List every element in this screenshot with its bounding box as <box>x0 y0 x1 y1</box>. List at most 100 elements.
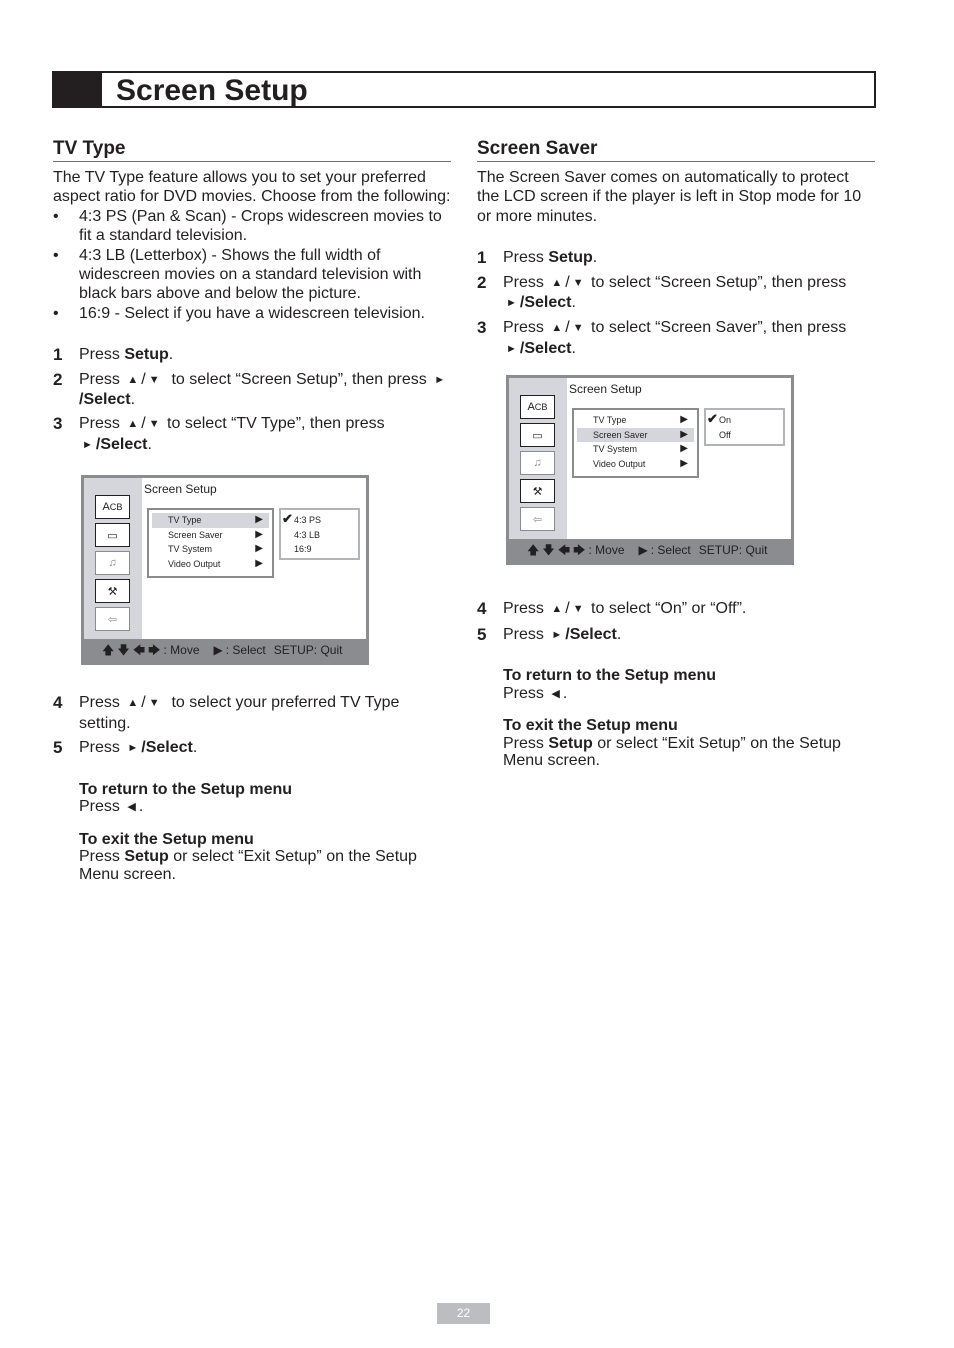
arrow-right-icon: 🡆 <box>148 643 161 658</box>
osd-menu-item-video-output[interactable]: Video Output ▶ <box>152 557 269 572</box>
menu-arrow-icon: ▶ <box>255 543 263 555</box>
arrow-down-icon: 🡇 <box>117 643 130 658</box>
tv-type-options-list: • 4:3 PS (Pan & Scan) - Crops widescreen … <box>53 207 451 323</box>
menu-arrow-icon: ▶ <box>680 443 688 455</box>
osd-menu-item-video-output[interactable]: Video Output ▶ <box>577 457 694 472</box>
exit-icon: ⇦ <box>520 507 555 532</box>
down-arrow-icon: ▼ <box>572 322 584 335</box>
language-icon: ACB <box>520 395 555 420</box>
step-1: 1 Press Setup. <box>53 345 174 365</box>
up-arrow-icon: ▲ <box>551 276 563 289</box>
check-icon: ✔ <box>282 511 293 527</box>
up-arrow-icon: ▲ <box>127 373 139 386</box>
osd-menu: TV Type ▶ Screen Saver ▶ TV System ▶ Video … <box>147 508 274 579</box>
check-icon: ✔ <box>707 411 718 427</box>
return-setup-note: To return to the Setup menu Press ◀. <box>503 667 717 702</box>
tools-icon: ⚒ <box>520 479 555 504</box>
left-arrow-icon: ◀ <box>127 801 136 813</box>
osd-menu-item-tv-system[interactable]: TV System ▶ <box>152 542 269 557</box>
language-icon: ACB <box>95 495 130 520</box>
down-arrow-icon: ▼ <box>572 276 584 289</box>
arrow-up-icon: 🡅 <box>527 543 540 558</box>
osd-menu: TV Type ▶ Screen Saver ▶ TV System ▶ Video … <box>572 408 699 479</box>
step-1: 1 Press Setup. <box>477 248 598 268</box>
menu-arrow-icon: ▶ <box>255 557 263 569</box>
up-arrow-icon: ▲ <box>551 322 563 335</box>
menu-arrow-icon: ▶ <box>680 457 688 469</box>
osd-footer: 🡅 🡇 🡄 🡆: Move ▶: Select SETUP: Quit <box>84 639 366 663</box>
step-3: 3 Press ▲ / ▼ to select “Screen Saver”, th… <box>477 318 875 359</box>
osd-title: Screen Setup <box>569 382 642 397</box>
osd-menu-item-tv-system[interactable]: TV System ▶ <box>577 442 694 457</box>
tv-type-intro: The TV Type feature allows you to set yo… <box>53 169 451 206</box>
osd-submenu: ✔ 4:3 PS 4:3 LB 16:9 <box>279 508 360 561</box>
osd-option-off[interactable]: Off <box>706 428 783 443</box>
up-arrow-icon: ▲ <box>551 603 563 616</box>
screen-saver-section: Screen Saver The Screen Saver comes on a… <box>477 138 875 770</box>
list-item: • 16:9 - Select if you have a widescreen … <box>53 304 425 322</box>
step-4: 4 Press ▲ / ▼ to select “On” or “Off”. <box>477 599 747 619</box>
down-arrow-icon: ▼ <box>148 697 160 710</box>
right-arrow-icon: ► <box>506 297 517 310</box>
right-arrow-icon: ► <box>127 742 139 755</box>
right-arrow-icon: ► <box>506 342 517 355</box>
screen-saver-osd-screen: ACB ▭ ♫ ⚒ ⇦ Screen Setup TV Type ▶ Screen… <box>506 375 794 566</box>
page-title: Screen Setup <box>116 74 308 107</box>
menu-arrow-icon: ▶ <box>255 514 263 526</box>
osd-option-16-9[interactable]: 16:9 <box>281 542 358 557</box>
tv-type-steps: 1 Press Setup. 2 Press ▲ / ▼ to select “Sc… <box>53 345 451 455</box>
down-arrow-icon: ▼ <box>148 373 160 386</box>
screen-saver-heading: Screen Saver <box>477 138 875 162</box>
osd-menu-item-screen-saver[interactable]: Screen Saver ▶ <box>577 427 694 443</box>
screen-saver-steps: 1 Press Setup. 2 Press ▲ / ▼ to select “Sc… <box>477 248 875 359</box>
tv-type-heading: TV Type <box>53 138 451 162</box>
step-2: 2 Press ▲ / ▼ to select “Screen Setup”, th… <box>53 369 446 409</box>
select-arrow-icon: ▶ <box>638 543 648 558</box>
list-item: • 4:3 PS (Pan & Scan) - Crops widescreen … <box>53 207 442 245</box>
exit-setup-note: To exit the Setup menu Press Setup or se… <box>79 830 417 883</box>
arrow-right-icon: 🡆 <box>573 543 586 558</box>
osd-option-4-3-lb[interactable]: 4:3 LB <box>281 528 358 543</box>
arrow-down-icon: 🡇 <box>542 543 555 558</box>
menu-arrow-icon: ▶ <box>255 528 263 540</box>
tools-icon: ⚒ <box>95 579 130 604</box>
arrow-left-icon: 🡄 <box>557 543 571 558</box>
left-arrow-icon: ◀ <box>551 687 560 700</box>
osd-title: Screen Setup <box>144 482 217 497</box>
step-5: 5 Press ►/Select. <box>477 624 622 644</box>
osd-submenu: ✔ On Off <box>704 408 785 447</box>
osd-footer: 🡅 🡇 🡄 🡆: Move ▶: Select SETUP: Quit <box>509 539 791 563</box>
exit-setup-note: To exit the Setup menu Press Setup or se… <box>503 717 841 770</box>
osd-menu-item-tv-type[interactable]: TV Type ▶ <box>577 413 694 428</box>
down-arrow-icon: ▼ <box>572 603 584 616</box>
menu-arrow-icon: ▶ <box>680 428 688 440</box>
osd-menu-item-screen-saver[interactable]: Screen Saver ▶ <box>152 528 269 543</box>
title-block-decoration <box>54 73 102 106</box>
select-arrow-icon: ▶ <box>213 643 223 658</box>
page-number: 22 <box>437 1303 490 1324</box>
screen-saver-intro: The Screen Saver comes on automatically … <box>477 169 862 225</box>
tv-type-section: TV Type The TV Type feature allows you t… <box>53 138 451 883</box>
osd-sidebar: ACB ▭ ♫ ⚒ ⇦ <box>84 478 142 643</box>
step-2: 2 Press ▲ / ▼ to select “Screen Setup”, th… <box>477 273 875 314</box>
list-item: • 4:3 LB (Letterbox) - Shows the full wid… <box>53 246 422 303</box>
up-arrow-icon: ▲ <box>127 697 139 710</box>
osd-option-4-3-ps[interactable]: ✔ 4:3 PS <box>281 511 358 528</box>
arrow-up-icon: 🡅 <box>102 643 115 658</box>
step-5: 5 Press ►/Select. <box>53 738 198 758</box>
osd-sidebar: ACB ▭ ♫ ⚒ ⇦ <box>509 378 567 543</box>
up-arrow-icon: ▲ <box>127 418 139 431</box>
right-arrow-icon: ► <box>551 628 563 641</box>
return-setup-note: To return to the Setup menu Press ◀. <box>79 780 293 816</box>
step-3: 3 Press ▲ / ▼ to select “TV Type”, then pr… <box>53 414 451 455</box>
right-arrow-icon: ► <box>434 373 446 386</box>
right-arrow-icon: ► <box>82 438 93 451</box>
exit-icon: ⇦ <box>95 607 130 632</box>
osd-menu-item-tv-type[interactable]: TV Type ▶ <box>152 513 269 528</box>
menu-arrow-icon: ▶ <box>680 414 688 426</box>
screen-saver-steps-continued: 4 Press ▲ / ▼ to select “On” or “Off”. 5 P… <box>477 599 875 645</box>
screen-icon: ▭ <box>520 423 555 448</box>
down-arrow-icon: ▼ <box>148 418 160 431</box>
osd-option-on[interactable]: ✔ On <box>706 411 783 428</box>
screen-icon: ▭ <box>95 523 130 548</box>
